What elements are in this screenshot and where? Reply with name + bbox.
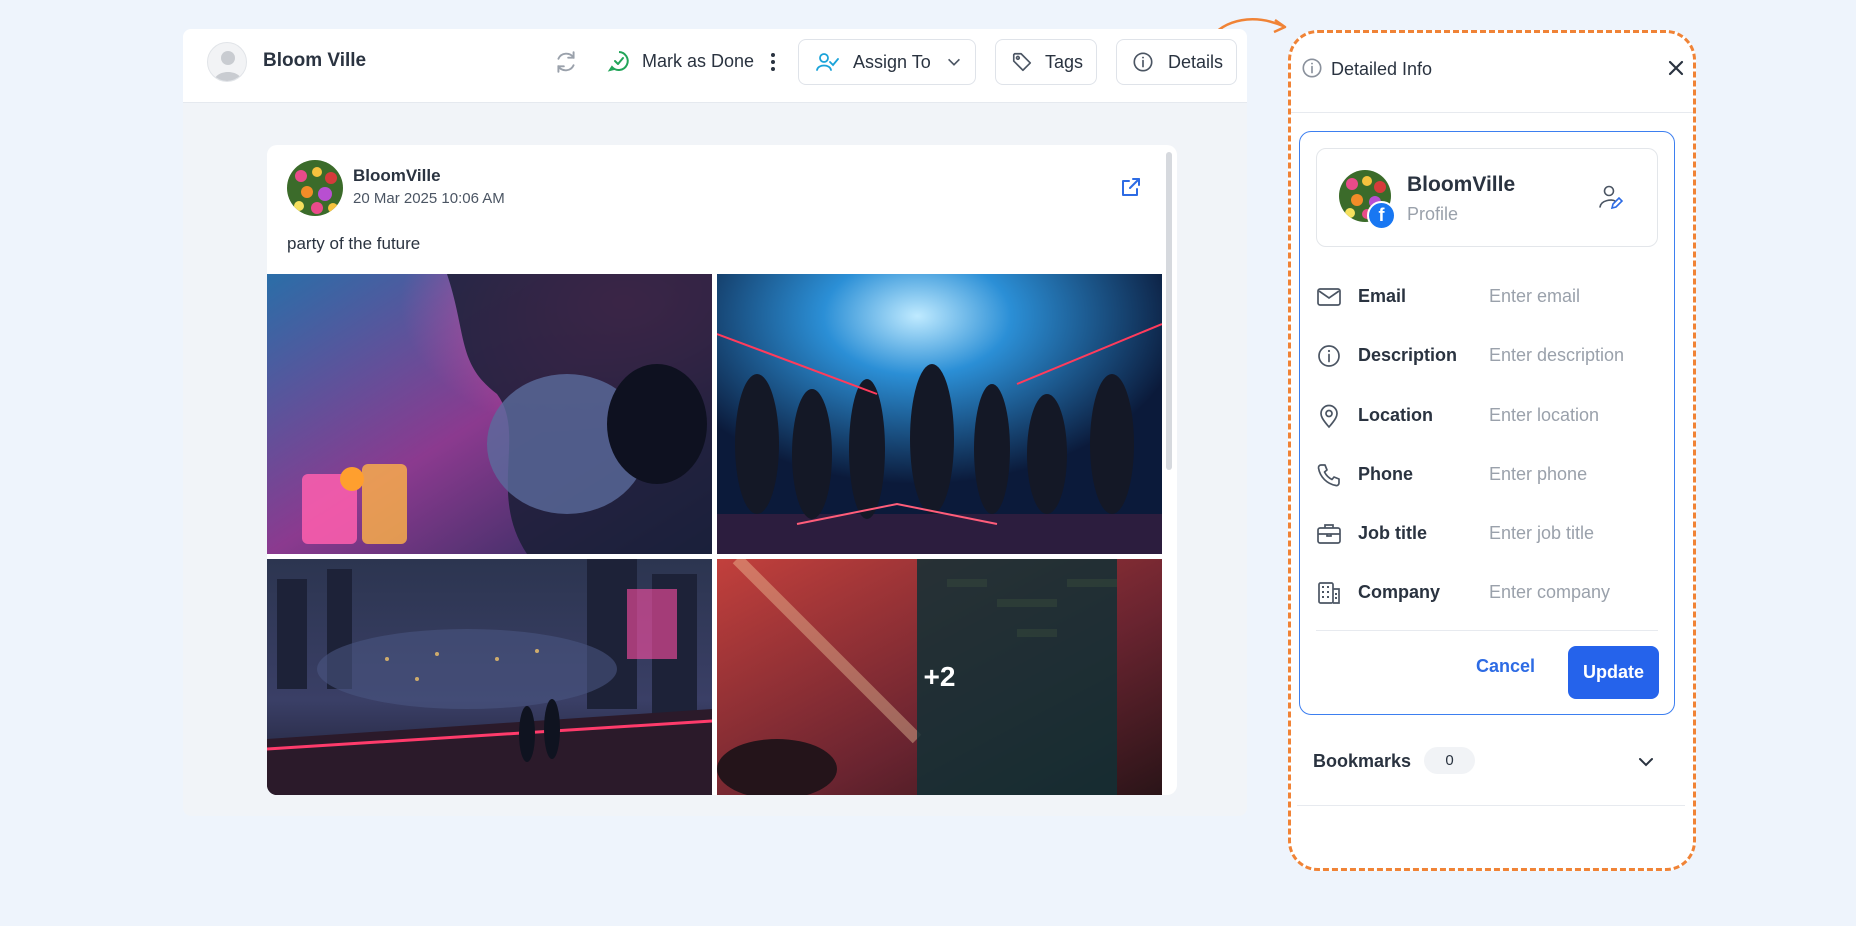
bookmarks-label[interactable]: Bookmarks xyxy=(1313,751,1411,772)
company-label: Company xyxy=(1358,582,1441,602)
phone-icon xyxy=(1316,462,1342,488)
job-title-label: Job title xyxy=(1358,523,1428,543)
location-label: Location xyxy=(1358,405,1433,425)
building-icon xyxy=(1316,580,1342,606)
email-input[interactable]: Enter email xyxy=(1489,286,1580,307)
scrollbar-thumb[interactable] xyxy=(1166,152,1172,470)
description-label: Description xyxy=(1358,345,1458,365)
details-button[interactable]: Details xyxy=(1116,39,1237,85)
mark-as-done-label: Mark as Done xyxy=(642,50,755,71)
chevron-down-icon[interactable] xyxy=(1635,751,1657,773)
info-icon xyxy=(1132,51,1154,73)
panel-header: Detailed Info xyxy=(1291,33,1693,113)
post-image[interactable]: +2 xyxy=(717,559,1162,795)
cancel-button[interactable]: Cancel xyxy=(1476,656,1535,677)
company-input[interactable]: Enter company xyxy=(1489,582,1610,603)
bookmarks-count-badge: 0 xyxy=(1424,747,1475,774)
company-field[interactable]: Company Enter company xyxy=(1316,576,1658,610)
description-field[interactable]: Description Enter description xyxy=(1316,339,1658,373)
conversation-header: Bloom Ville Mark as Done Assign To Tags … xyxy=(183,29,1247,103)
mail-icon xyxy=(1316,284,1342,310)
contact-info-form: f BloomVille Profile Email Enter email D… xyxy=(1299,131,1675,715)
tags-label: Tags xyxy=(1045,51,1084,72)
phone-field[interactable]: Phone Enter phone xyxy=(1316,458,1658,492)
description-input[interactable]: Enter description xyxy=(1489,345,1624,366)
conversation-panel: Bloom Ville Mark as Done Assign To Tags … xyxy=(183,29,1247,816)
profile-name: BloomVille xyxy=(1407,173,1516,196)
chevron-down-icon xyxy=(945,53,963,71)
job-title-input[interactable]: Enter job title xyxy=(1489,523,1594,544)
info-icon xyxy=(1316,343,1342,369)
email-field[interactable]: Email Enter email xyxy=(1316,280,1658,314)
edit-contact-icon[interactable] xyxy=(1596,183,1624,211)
email-label: Email xyxy=(1358,286,1407,306)
detailed-info-panel: Detailed Info f BloomVille Profile Email… xyxy=(1288,30,1696,871)
profile-card: f BloomVille Profile xyxy=(1316,148,1658,247)
check-circle-icon xyxy=(607,49,631,73)
post-image[interactable] xyxy=(267,274,712,554)
update-button[interactable]: Update xyxy=(1568,646,1659,699)
close-icon[interactable] xyxy=(1666,58,1686,78)
contact-name: Bloom Ville xyxy=(263,50,367,71)
location-field[interactable]: Location Enter location xyxy=(1316,399,1658,433)
details-label: Details xyxy=(1168,51,1224,72)
job-title-field[interactable]: Job title Enter job title xyxy=(1316,517,1658,551)
post-text: party of the future xyxy=(287,234,421,253)
refresh-icon[interactable] xyxy=(553,49,579,75)
briefcase-icon xyxy=(1316,521,1342,547)
location-input[interactable]: Enter location xyxy=(1489,405,1599,426)
tags-button[interactable]: Tags xyxy=(995,39,1097,85)
tag-icon xyxy=(1011,51,1033,73)
post-card: BloomVille 20 Mar 2025 10:06 AM party of… xyxy=(267,145,1177,795)
contact-avatar[interactable] xyxy=(207,42,247,82)
phone-label: Phone xyxy=(1358,464,1414,484)
mark-as-done-button[interactable]: Mark as Done xyxy=(607,49,754,73)
profile-subtitle: Profile xyxy=(1407,204,1459,224)
location-pin-icon xyxy=(1316,403,1342,429)
assign-to-label: Assign To xyxy=(853,51,931,72)
phone-input[interactable]: Enter phone xyxy=(1489,464,1587,485)
bookmarks-divider xyxy=(1297,805,1685,806)
external-link-icon[interactable] xyxy=(1119,175,1143,199)
post-image[interactable] xyxy=(717,274,1162,554)
post-author-avatar[interactable] xyxy=(287,160,343,216)
more-options-icon[interactable] xyxy=(763,49,783,75)
panel-title: Detailed Info xyxy=(1331,59,1433,79)
assign-to-dropdown[interactable]: Assign To xyxy=(798,39,976,85)
info-icon xyxy=(1301,57,1323,79)
post-author-name: BloomVille xyxy=(353,166,441,185)
post-image[interactable] xyxy=(267,559,712,795)
post-timestamp: 20 Mar 2025 10:06 AM xyxy=(353,190,505,207)
form-divider xyxy=(1316,630,1658,631)
assign-user-icon xyxy=(815,50,839,74)
more-images-badge[interactable]: +2 xyxy=(717,559,1162,795)
facebook-icon: f xyxy=(1367,201,1396,230)
